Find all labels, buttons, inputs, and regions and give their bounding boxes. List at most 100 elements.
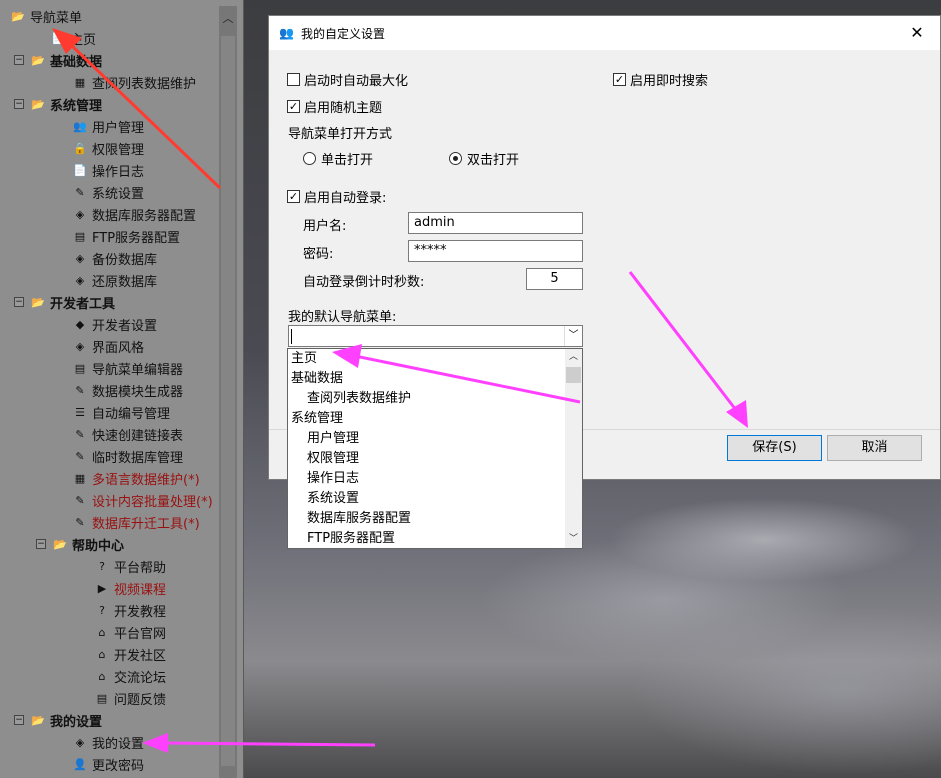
tree-item-label: 我的设置 (50, 714, 103, 730)
tree-item[interactable]: 📄 操作日志 (72, 160, 144, 180)
cancel-button[interactable]: 取消 (827, 435, 922, 461)
tree-item[interactable]: ▤ FTP服务器配置 (72, 226, 180, 246)
tree-item-label: 数据库升迁工具(*) (92, 516, 200, 532)
countdown-field[interactable]: 5 (526, 268, 583, 290)
tree-item[interactable]: ◈ 数据库服务器配置 (72, 204, 196, 224)
tree-group-node[interactable]: 📂 开发者工具 (30, 292, 115, 312)
item-icon: ▶ (97, 581, 107, 595)
tree-item[interactable]: 📄 主页 (50, 28, 96, 48)
close-button[interactable]: ✕ (894, 16, 940, 50)
single-click-radio[interactable]: 单击打开 (303, 149, 373, 168)
tree-item[interactable]: ▦ 多语言数据维护(*) (72, 468, 200, 488)
dropdown-scrollbar[interactable]: ︿ ﹀ (565, 349, 582, 548)
tree-item[interactable]: 🔒 权限管理 (72, 138, 144, 158)
save-button[interactable]: 保存(S) (727, 435, 822, 461)
tree-group-node[interactable]: 📂 帮助中心 (52, 534, 124, 554)
tree-item[interactable]: ▦ 查阅列表数据维护 (72, 72, 196, 92)
tree-item[interactable]: ? 平台帮助 (94, 556, 166, 576)
random-theme-checkbox[interactable]: ✓ 启用随机主题 (287, 97, 382, 116)
dropdown-item[interactable]: 查阅列表数据维护 (288, 389, 566, 409)
tree-item[interactable]: 👥 用户管理 (72, 116, 144, 136)
collapse-toggle-icon[interactable]: − (14, 99, 24, 109)
tree-item-label: 基础数据 (50, 54, 103, 70)
tree-group-node[interactable]: 📂 导航菜单 (10, 6, 82, 26)
dropdown-scroll-thumb[interactable] (566, 367, 581, 383)
tree-item[interactable]: ◆ 开发者设置 (72, 314, 157, 334)
checkbox-box[interactable]: ✓ (613, 73, 626, 86)
double-click-radio[interactable]: 双击打开 (449, 149, 519, 168)
tree-item-label: 我的设置 (92, 736, 145, 752)
radio-circle[interactable] (449, 152, 462, 165)
collapse-toggle-icon[interactable]: − (14, 715, 24, 725)
tree-item[interactable]: ✎ 数据模块生成器 (72, 380, 183, 400)
tree-item[interactable]: ▤ 导航菜单编辑器 (72, 358, 183, 378)
dropdown-item[interactable]: 主页 (288, 349, 566, 369)
tree-group-node[interactable]: 📂 基础数据 (30, 50, 102, 70)
chevron-down-icon[interactable]: ﹀ (565, 531, 582, 548)
tree-item-label: 备份数据库 (92, 252, 158, 268)
item-icon: 📄 (73, 163, 87, 177)
tree-item[interactable]: ✎ 数据库升迁工具(*) (72, 512, 200, 532)
tree-item-label: 界面风格 (92, 340, 145, 356)
dropdown-item[interactable]: FTP服务器配置 (288, 529, 566, 549)
password-label: 密码: (303, 247, 334, 262)
tree-item[interactable]: ▶ 视频课程 (94, 578, 166, 598)
item-icon: 📄 (51, 31, 65, 45)
dropdown-item[interactable]: 数据库服务器配置 (288, 509, 566, 529)
tree-item-label: 系统设置 (92, 186, 145, 202)
item-icon: ? (99, 559, 105, 573)
radio-circle[interactable] (303, 152, 316, 165)
scroll-thumb[interactable] (221, 36, 235, 766)
collapse-toggle-icon[interactable]: − (14, 55, 24, 65)
tree-item[interactable]: ✎ 系统设置 (72, 182, 144, 202)
dropdown-item[interactable]: 基础数据 (288, 369, 566, 389)
tree-item[interactable]: ▤ 问题反馈 (94, 688, 166, 708)
collapse-toggle-icon[interactable]: − (14, 297, 24, 307)
tree-item[interactable]: ⌂ 交流论坛 (94, 666, 167, 686)
tree-item[interactable]: ✎ 设计内容批量处理(*) (72, 490, 213, 510)
folder-icon: 📂 (31, 713, 45, 727)
dropdown-item[interactable]: 用户管理 (288, 429, 566, 449)
tree-item[interactable]: ⌂ 平台官网 (94, 622, 167, 642)
tree-item[interactable]: ? 开发教程 (94, 600, 166, 620)
instant-search-checkbox[interactable]: ✓ 启用即时搜索 (613, 70, 708, 89)
random-theme-label: 启用随机主题 (304, 101, 383, 116)
dropdown-item[interactable]: 操作日志 (288, 469, 566, 489)
username-field[interactable]: admin (408, 212, 583, 234)
checkbox-box[interactable]: ✓ (287, 190, 300, 203)
item-icon: ◆ (75, 317, 85, 331)
tree-item[interactable]: 👤 更改密码 (72, 754, 144, 774)
chevron-down-icon[interactable]: ﹀ (564, 326, 582, 346)
checkbox-box[interactable]: ✓ (287, 100, 300, 113)
default-nav-combobox[interactable]: ﹀ (288, 325, 583, 347)
tree-item[interactable]: ✎ 临时数据库管理 (72, 446, 183, 466)
tree-item[interactable]: ⌂ 开发社区 (94, 644, 167, 664)
item-icon: ✎ (75, 383, 85, 397)
tree-item[interactable]: ◈ 我的设置 (72, 732, 144, 752)
dropdown-item[interactable]: 权限管理 (288, 449, 566, 469)
item-icon: ◈ (75, 735, 85, 749)
navigation-tree: 📂 导航菜单 📄 主页 📂 基础数据 − ▦ 查阅列表数据维护 📂 系统管理 − 👥 用户管理 🔒 权限管理 📄… (0, 0, 244, 778)
dropdown-item[interactable]: 系统管理 (288, 409, 566, 429)
countdown-label: 自动登录倒计时秒数: (303, 275, 425, 290)
item-icon: ⌂ (98, 625, 106, 639)
auto-login-checkbox[interactable]: ✓ 启用自动登录: (287, 187, 386, 206)
tree-item[interactable]: ☰ 自动编号管理 (72, 402, 170, 422)
tree-item[interactable]: ✎ 快速创建链接表 (72, 424, 183, 444)
checkbox-box[interactable] (287, 73, 300, 86)
tree-item[interactable]: ◈ 还原数据库 (72, 270, 157, 290)
tree-group-node[interactable]: 📂 我的设置 (30, 710, 102, 730)
password-field[interactable]: ***** (408, 240, 583, 262)
nav-dropdown-list[interactable]: 主页 基础数据 查阅列表数据维护 系统管理 用户管理 权限管理 操作日志 系统设置 数据库服务器… (287, 348, 583, 549)
scroll-up-icon[interactable]: ︿ (219, 10, 237, 28)
tree-group-node[interactable]: 📂 系统管理 (30, 94, 102, 114)
tree-item[interactable]: ◈ 备份数据库 (72, 248, 157, 268)
chevron-up-icon[interactable]: ︿ (565, 349, 582, 366)
collapse-toggle-icon[interactable]: − (36, 539, 46, 549)
tree-item[interactable]: ◈ 界面风格 (72, 336, 144, 356)
maximize-checkbox[interactable]: 启动时自动最大化 (287, 70, 408, 89)
tree-item-label: 设计内容批量处理(*) (92, 494, 213, 510)
tree-item-label: 数据模块生成器 (92, 384, 184, 400)
dropdown-item[interactable]: 系统设置 (288, 489, 566, 509)
tree-scrollbar[interactable]: ︿ (219, 6, 237, 778)
